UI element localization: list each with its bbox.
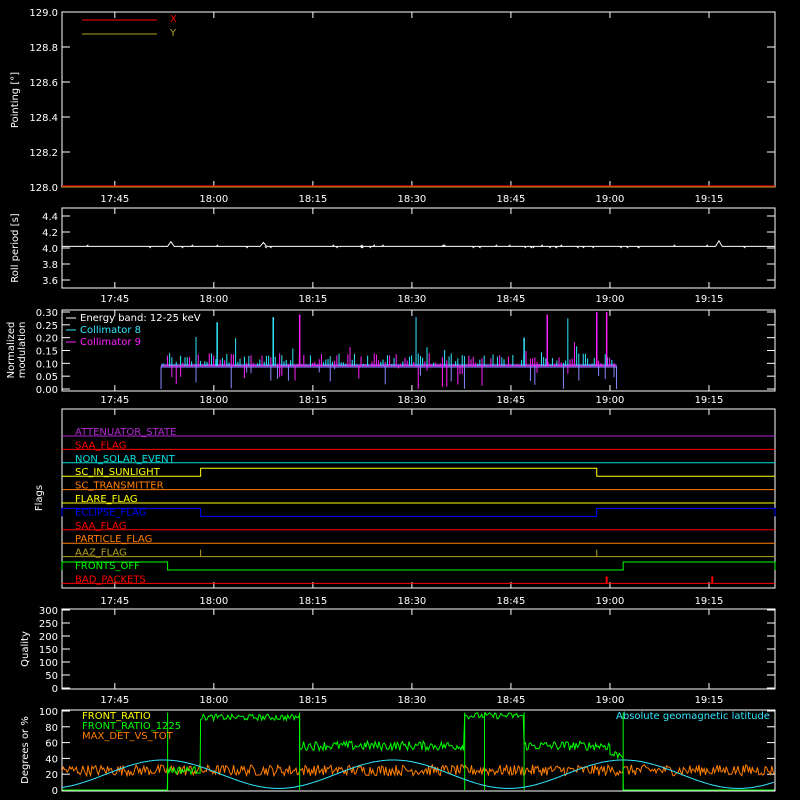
time-tick-label: 17:45: [100, 596, 129, 607]
modulation-ylabel-line2: modulation: [17, 322, 28, 379]
y-tick-label: 0.30: [36, 308, 58, 319]
y-tick-label: 3.6: [42, 276, 58, 287]
time-tick-label: 17:45: [100, 395, 129, 406]
y-tick-label: 50: [45, 671, 58, 682]
ratios-ylabel: Degrees or %: [20, 716, 31, 784]
time-tick-label: 18:30: [397, 194, 426, 205]
time-tick-label: 18:30: [397, 596, 426, 607]
flag-label: ECLIPSE_FLAG: [75, 507, 146, 518]
y-tick-label: 0.00: [36, 385, 58, 396]
time-tick-label: 18:45: [497, 395, 526, 406]
y-tick-label: 0: [52, 684, 58, 695]
y-tick-label: 0.15: [36, 347, 58, 358]
time-tick-label: 17:45: [100, 294, 129, 305]
flags-ylabel: Flags: [34, 485, 45, 511]
time-tick-label: 18:15: [298, 294, 327, 305]
time-tick-label: 19:15: [695, 194, 724, 205]
y-tick-label: 250: [39, 619, 58, 630]
y-tick-label: 0: [52, 786, 58, 797]
time-tick-label: 18:15: [298, 395, 327, 406]
legend-label-x: X: [170, 14, 177, 25]
time-tick-label: 18:30: [397, 294, 426, 305]
flag-label: FRONTS_OFF: [75, 561, 140, 572]
y-tick-label: 4.0: [42, 244, 58, 255]
y-tick-label: 40: [45, 754, 58, 765]
time-tick-label: 19:15: [695, 596, 724, 607]
time-tick-label: 18:45: [497, 194, 526, 205]
y-tick-label: 128.2: [29, 148, 58, 159]
y-tick-label: 300: [39, 606, 58, 617]
time-tick-label: 18:00: [199, 596, 228, 607]
y-tick-label: 150: [39, 645, 58, 656]
legend-collimator-8: Collimator 8: [80, 325, 141, 336]
time-tick-label: 18:00: [199, 695, 228, 706]
time-tick-label: 19:00: [596, 695, 625, 706]
y-tick-label: 128.4: [29, 113, 58, 124]
y-tick-label: 0.10: [36, 359, 58, 370]
y-tick-label: 100: [39, 707, 58, 718]
legend-label-y: Y: [169, 28, 177, 39]
pointing-ylabel: Pointing [°]: [10, 72, 21, 128]
legend-collimator-9: Collimator 9: [80, 337, 141, 348]
annotation-geomagnetic-latitude: Absolute geomagnetic latitude: [616, 711, 770, 722]
y-tick-label: 4.2: [42, 228, 58, 239]
time-tick-label: 18:00: [199, 395, 228, 406]
roll-ylabel: Roll period [s]: [10, 213, 21, 282]
time-tick-label: 17:45: [100, 194, 129, 205]
time-tick-label: 19:15: [695, 294, 724, 305]
legend-energy-band: Energy band: 12-25 keV: [80, 313, 201, 324]
time-tick-label: 18:00: [199, 194, 228, 205]
y-tick-label: 100: [39, 658, 58, 669]
time-tick-label: 18:15: [298, 194, 327, 205]
legend-max-det-vs-tot: MAX_DET_VS_TOT: [82, 731, 174, 742]
time-tick-label: 19:15: [695, 395, 724, 406]
y-tick-label: 128.8: [29, 43, 58, 54]
rhessi-summary-plot: 129.0 128.8 128.6 128.4 128.2 128.0 17:45 18:0…: [0, 0, 800, 800]
y-tick-label: 128.0: [29, 183, 58, 194]
time-tick-label: 19:15: [695, 695, 724, 706]
time-tick-label: 17:45: [100, 695, 129, 706]
time-tick-label: 18:30: [397, 395, 426, 406]
y-tick-label: 80: [45, 723, 58, 734]
time-tick-label: 18:45: [497, 294, 526, 305]
time-tick-label: 19:00: [596, 194, 625, 205]
y-tick-label: 0.25: [36, 321, 58, 332]
time-tick-label: 18:15: [298, 596, 327, 607]
modulation-ylabel-line1: Normalized: [6, 322, 17, 379]
time-tick-label: 18:30: [397, 695, 426, 706]
quality-ylabel: Quality: [20, 631, 31, 667]
y-tick-label: 4.4: [42, 212, 58, 223]
time-tick-label: 19:00: [596, 395, 625, 406]
y-tick-label: 20: [45, 770, 58, 781]
time-tick-label: 18:00: [199, 294, 228, 305]
time-tick-label: 19:00: [596, 294, 625, 305]
y-tick-label: 200: [39, 632, 58, 643]
y-tick-label: 60: [45, 739, 58, 750]
y-tick-label: 0.20: [36, 334, 58, 345]
y-tick-label: 0.05: [36, 372, 58, 383]
time-tick-label: 18:45: [497, 695, 526, 706]
time-tick-label: 18:45: [497, 596, 526, 607]
y-tick-label: 129.0: [29, 8, 58, 19]
pointing-series: [62, 185, 775, 188]
time-tick-label: 19:00: [596, 596, 625, 607]
y-tick-label: 3.8: [42, 260, 58, 271]
time-tick-label: 18:15: [298, 695, 327, 706]
y-tick-label: 128.6: [29, 78, 58, 89]
